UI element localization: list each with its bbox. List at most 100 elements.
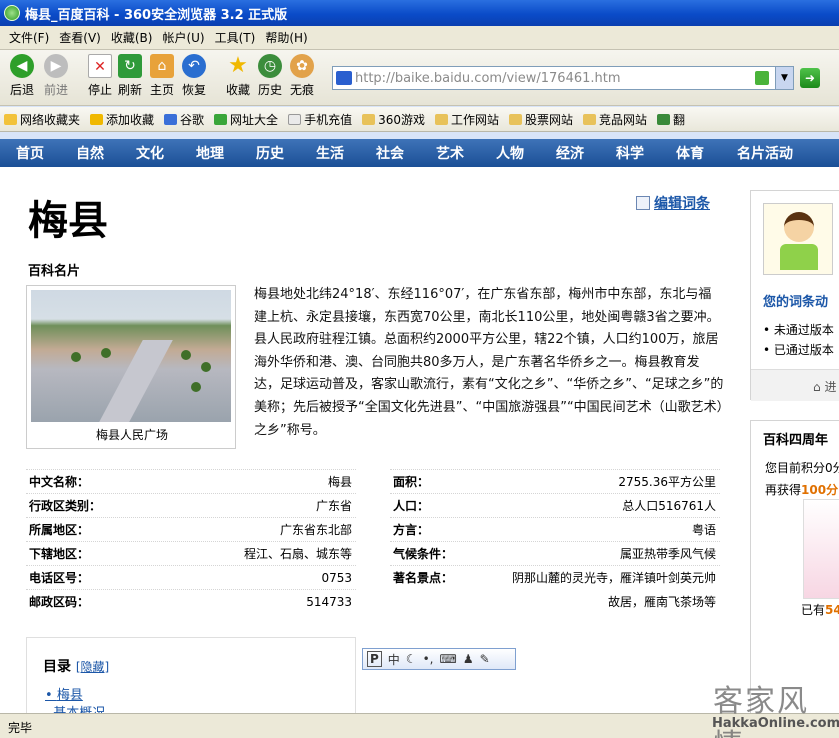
address-bar[interactable]: http://baike.baidu.com/view/176461.htm ▼ [332,66,794,90]
undo-icon: ↶ [182,54,206,78]
nav-item-history[interactable]: 历史 [240,143,300,163]
favorites-button[interactable]: ★ 收藏 [222,54,254,98]
google-icon [164,113,178,125]
watermark-url: HakkaOnline.com [712,716,839,731]
keyboard-icon[interactable]: ⌨ [439,652,456,666]
browser-logo-icon [4,5,20,21]
fav-item-add[interactable]: 添加收藏 [90,111,154,128]
info-row: 行政区类别： 广东省 [26,493,356,517]
nav-item-sports[interactable]: 体育 [660,143,720,163]
promo-panel: 百科四周年 您目前积分0分 再获得100分 已有54 [750,420,839,720]
toc-title: 目录 [隐藏] [43,659,110,675]
info-row: 面积： 2755.36平方公里 [390,469,720,493]
prize-image[interactable] [803,499,839,599]
info-row: 电话区号： 0753 [26,565,356,589]
ime-lang-label[interactable]: 中 [388,651,400,668]
favorites-bar: 网络收藏夹 添加收藏 谷歌 网址大全 手机充值 360游戏 工作网站 股票网站 … [0,107,839,132]
site-favicon-icon [336,71,352,85]
nav-item-nature[interactable]: 自然 [60,143,120,163]
wrench-icon[interactable]: ✎ [480,652,490,666]
fav-item-netfav[interactable]: 网络收藏夹 [4,111,80,128]
address-input[interactable]: http://baike.baidu.com/view/176461.htm [355,71,755,86]
plugin-icon[interactable] [755,71,769,85]
nav-item-science[interactable]: 科学 [600,143,660,163]
fav-item-competitors[interactable]: 竞品网站 [583,111,647,128]
refresh-button[interactable]: ↻ 刷新 [114,54,146,98]
forward-button[interactable]: ▶ 前进 [40,54,72,98]
avatar [763,203,833,275]
fav-item-google[interactable]: 谷歌 [164,111,204,128]
back-arrow-icon: ◀ [10,54,34,78]
photo-tree [181,350,191,360]
fav-item-games[interactable]: 360游戏 [362,111,425,128]
nav-item-economy[interactable]: 经济 [540,143,600,163]
edit-icon [636,196,650,210]
fav-item-recharge[interactable]: 手机充值 [288,111,352,128]
info-row: 下辖地区： 程江、石扇、城东等 [26,541,356,565]
promo-title: 百科四周年 [763,433,829,448]
info-row: 中文名称： 梅县 [26,469,356,493]
info-row: 气候条件： 属亚热带季风气候 [390,541,720,565]
info-row: 著名景点： 阴那山麓的灵光寺，雁洋镇叶剑英元帅 [390,565,720,589]
globe-icon [214,113,228,125]
window-titlebar: 梅县_百度百科 - 360安全浏览器 3.2 正式版 [0,0,839,26]
nav-item-geography[interactable]: 地理 [180,143,240,163]
info-row: 故居，雁南飞茶场等 [607,594,716,609]
menu-file[interactable]: 文件(F) [4,29,54,46]
folder-icon [434,113,448,125]
nav-item-art[interactable]: 艺术 [420,143,480,163]
ime-toolbar[interactable]: P 中 ☾ •, ⌨ ♟ ✎ [362,648,516,670]
moon-icon[interactable]: ☾ [406,652,417,666]
menu-tools[interactable]: 工具(T) [210,29,261,46]
stop-button[interactable]: ✕ 停止 [84,54,116,98]
enter-link[interactable]: ⌂ 进 [751,369,839,401]
info-row: 方言： 粤语 [390,517,720,541]
history-button[interactable]: ◷ 历史 [254,54,286,98]
fav-item-urls[interactable]: 网址大全 [214,111,278,128]
home-icon: ⌂ [813,380,821,394]
toc-hide-link[interactable]: [隐藏] [76,660,109,674]
page-icon [288,113,302,125]
menu-help[interactable]: 帮助(H) [260,29,312,46]
nav-item-people[interactable]: 人物 [480,143,540,163]
nav-item-culture[interactable]: 文化 [120,143,180,163]
address-dropdown-icon[interactable]: ▼ [775,67,793,89]
home-button[interactable]: ⌂ 主页 [146,54,178,98]
photo-tree [101,348,111,358]
toc-item[interactable]: • 梅县 [45,684,83,703]
info-row: 所属地区： 广东省东北部 [26,517,356,541]
menu-favorites[interactable]: 收藏(B) [106,29,158,46]
photo-caption: 梅县人民广场 [95,428,168,442]
card-photo-box: 梅县人民广场 [26,285,236,449]
approved-versions-link[interactable]: • 已通过版本 [763,341,834,358]
translate-icon [657,113,671,125]
restore-button[interactable]: ↶ 恢复 [178,54,210,98]
go-button[interactable]: ➜ [800,68,820,88]
folder-icon [509,113,522,125]
star-icon: ★ [228,53,248,78]
edit-entry-link[interactable]: 编辑词条 [636,193,710,213]
fav-item-work[interactable]: 工作网站 [434,111,499,128]
nav-item-life[interactable]: 生活 [300,143,360,163]
info-row: 邮政区码： 514733 [26,589,356,613]
forward-arrow-icon: ▶ [44,54,68,78]
nav-item-card-event[interactable]: 名片活动 [720,143,810,163]
ime-punct-label[interactable]: •, [423,652,434,666]
incognito-button[interactable]: ✿ 无痕 [286,54,318,98]
back-button[interactable]: ◀ 后退 [6,54,38,98]
stop-icon: ✕ [88,54,112,78]
points-text: 您目前积分0分 [765,461,839,475]
fav-item-stocks[interactable]: 股票网站 [509,111,573,128]
menu-account[interactable]: 帐户(U) [157,29,209,46]
nav-item-home[interactable]: 首页 [0,143,60,163]
participants-text: 已有54 [801,603,839,617]
clock-icon: ◷ [258,54,282,78]
menu-view[interactable]: 查看(V) [54,29,106,46]
photo-tree [201,362,211,372]
square-photo[interactable] [31,290,231,422]
nav-item-society[interactable]: 社会 [360,143,420,163]
unapproved-versions-link[interactable]: • 未通过版本 [763,321,834,338]
avatar-head [784,212,814,242]
user-icon[interactable]: ♟ [463,652,474,666]
fav-item-translate[interactable]: 翻 [657,111,685,128]
